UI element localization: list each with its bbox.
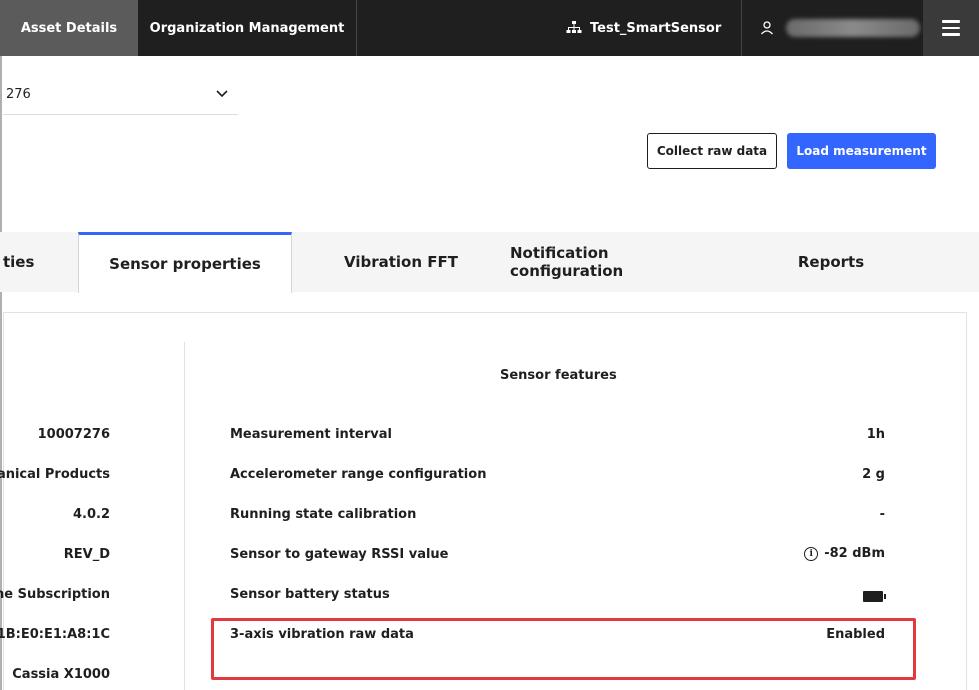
sensor-features-title: Sensor features xyxy=(500,368,617,383)
nav-divider xyxy=(741,0,742,56)
organization-selector[interactable]: Test_SmartSensor xyxy=(566,0,721,56)
feature-value-text: Enabled xyxy=(826,627,885,642)
nav-tab-label: Asset Details xyxy=(20,20,118,36)
top-navigation-bar: Asset Details Organization Management Te… xyxy=(0,0,979,56)
tab-sensor-properties[interactable]: Sensor properties xyxy=(78,232,292,293)
tab-label: Reports xyxy=(797,253,865,271)
feature-value-rssi: i -82 dBm xyxy=(804,546,885,561)
asset-tabs: ties Sensor properties Vibration FFT Not… xyxy=(0,232,979,293)
feature-label-battery-status: Sensor battery status xyxy=(230,587,390,602)
tab-label: Notification configuration xyxy=(510,244,624,280)
asset-selector-value: 276 xyxy=(6,87,31,102)
property-value: 10007276 xyxy=(37,427,110,442)
feature-label-running-state-calibration: Running state calibration xyxy=(230,507,417,522)
property-value: :1B:E0:E1:A8:1C xyxy=(0,627,110,642)
feature-value-battery-status xyxy=(863,591,886,602)
feature-label-measurement-interval: Measurement interval xyxy=(230,427,392,442)
tab-vibration-fft[interactable]: Vibration FFT xyxy=(292,232,510,292)
tab-label: Vibration FFT xyxy=(344,253,458,271)
tab-overflow xyxy=(937,232,979,292)
chevron-down-icon xyxy=(216,87,228,102)
property-value: 4.0.2 xyxy=(72,507,110,522)
user-icon xyxy=(761,21,773,35)
organization-name: Test_SmartSensor xyxy=(590,20,722,36)
feature-value-text: -82 dBm xyxy=(824,546,885,561)
feature-value-text: 1h xyxy=(866,427,885,442)
property-value: REV_D xyxy=(63,547,110,562)
column-divider xyxy=(184,342,185,690)
feature-value-text: 2 g xyxy=(862,467,885,482)
feature-value-accelerometer-range: 2 g xyxy=(862,467,885,482)
user-menu[interactable] xyxy=(760,0,920,56)
hierarchy-icon xyxy=(566,21,582,33)
collect-raw-data-button[interactable]: Collect raw data xyxy=(647,133,777,169)
tab-reports[interactable]: Reports xyxy=(725,232,937,292)
asset-selector-dropdown[interactable]: 276 xyxy=(3,77,238,115)
feature-value-3-axis-raw-data: Enabled xyxy=(826,627,885,642)
feature-label-3-axis-raw-data: 3-axis vibration raw data xyxy=(230,627,414,642)
nav-tab-organization-management[interactable]: Organization Management xyxy=(138,0,356,56)
nav-divider xyxy=(356,0,357,56)
sensor-properties-card xyxy=(3,312,967,690)
feature-value-text: - xyxy=(879,507,885,522)
property-value: anical Products xyxy=(0,467,110,482)
feature-label-accelerometer-range: Accelerometer range configuration xyxy=(230,467,487,482)
user-name-redacted xyxy=(786,19,920,37)
tab-notification-configuration[interactable]: Notification configuration xyxy=(510,232,725,292)
nav-tab-label: Organization Management xyxy=(149,20,345,36)
feature-label-rssi: Sensor to gateway RSSI value xyxy=(230,547,449,562)
tab-label: ties xyxy=(3,253,35,271)
tab-properties[interactable]: ties xyxy=(0,232,78,292)
battery-full-icon xyxy=(863,591,886,602)
property-value: Cassia X1000 xyxy=(12,667,110,682)
feature-value-measurement-interval: 1h xyxy=(867,427,885,442)
load-measurement-button[interactable]: Load measurement xyxy=(787,133,936,169)
info-icon[interactable]: i xyxy=(804,546,819,561)
hamburger-menu-icon[interactable] xyxy=(923,0,979,56)
feature-value-running-state-calibration: - xyxy=(880,507,885,522)
nav-tab-asset-details[interactable]: Asset Details xyxy=(0,0,138,56)
property-value: ne Subscription xyxy=(0,587,110,602)
tab-label: Sensor properties xyxy=(109,255,261,273)
